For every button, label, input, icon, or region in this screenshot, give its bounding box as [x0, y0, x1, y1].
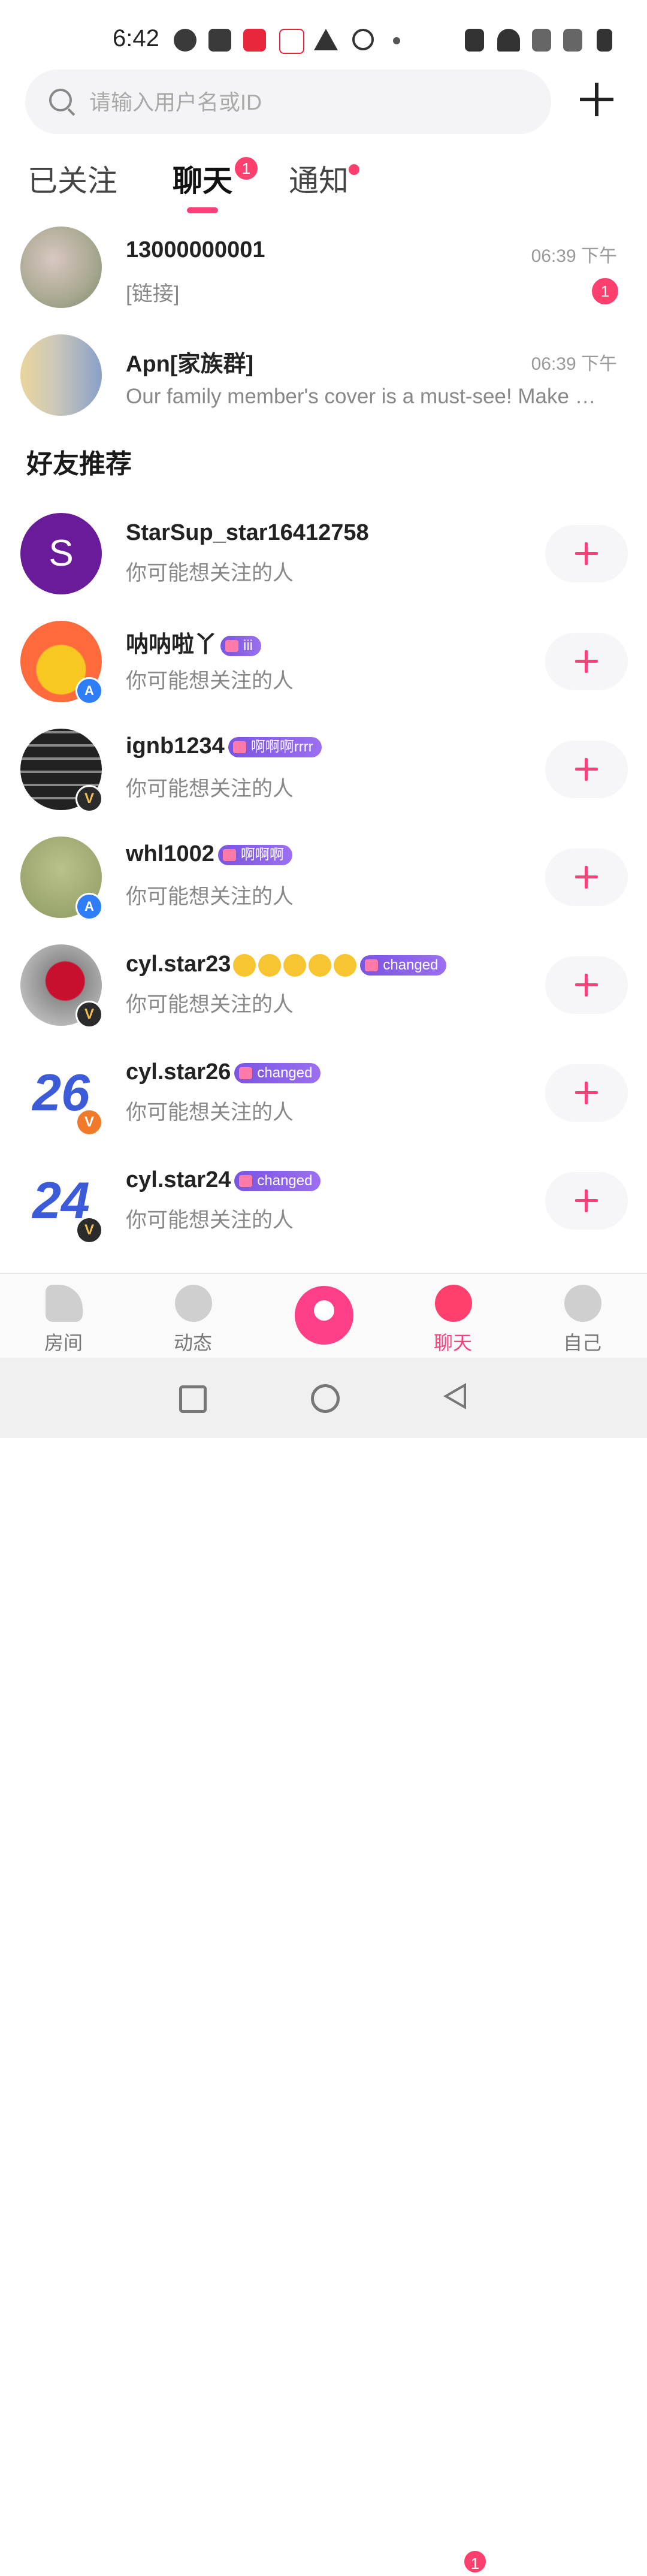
family-tag: changed — [360, 955, 447, 976]
user-name: ignb1234 啊啊啊rrrr — [126, 733, 322, 759]
family-tag: iii — [220, 635, 262, 656]
user-name: cyl.star24 changed — [126, 1167, 321, 1193]
family-tag: changed — [234, 1062, 321, 1083]
follow-button[interactable] — [545, 848, 628, 906]
search-icon — [49, 89, 72, 111]
search-input[interactable] — [88, 70, 534, 135]
nav-me[interactable]: 自己 — [540, 1274, 624, 1359]
family-icon — [239, 1067, 253, 1079]
section-title-recommend: 好友推荐 — [26, 449, 132, 479]
vip-badge-icon: V — [75, 785, 103, 813]
planet-icon — [175, 1285, 212, 1322]
chat-name: 13000000001 — [126, 237, 265, 262]
money-mouth-icon — [258, 953, 282, 977]
user-name: whl1002 啊啊啊 — [126, 841, 292, 867]
vip-badge-icon: V — [75, 1109, 103, 1136]
tab-chat[interactable]: 聊天 — [173, 157, 232, 200]
tab-notify[interactable]: 通知 — [289, 157, 349, 200]
follow-button[interactable] — [545, 633, 628, 690]
user-subtitle: 你可能想关注的人 — [126, 993, 294, 1016]
avatar: S — [20, 513, 102, 594]
vip-badge-icon: V — [75, 1216, 103, 1244]
profile-face-icon — [564, 1285, 601, 1322]
family-icon — [222, 848, 236, 861]
star-app-icon — [208, 29, 231, 52]
system-nav-bar — [0, 1358, 647, 1438]
money-mouth-icon — [309, 953, 332, 977]
tab-notify-dot — [349, 164, 359, 175]
follow-button[interactable] — [545, 525, 628, 582]
nav-label: 动态 — [173, 1332, 212, 1354]
xiaohongshu-icon — [243, 29, 266, 52]
warning-icon — [314, 29, 338, 50]
chat-name: Apn[家族群] — [126, 352, 254, 377]
signal-off-icon — [563, 29, 582, 52]
status-bar: 6:42 — [0, 0, 647, 72]
vibrate-icon — [465, 29, 484, 52]
app-badge-icon: A — [75, 893, 103, 920]
vip-badge-icon: V — [75, 1001, 103, 1028]
follow-button[interactable] — [545, 1064, 628, 1122]
follow-button[interactable] — [545, 1172, 628, 1230]
user-subtitle: 你可能想关注的人 — [126, 1101, 294, 1124]
app-badge-icon: A — [75, 677, 103, 705]
recents-button[interactable] — [179, 1385, 207, 1413]
user-name: 呐呐啦丫 iii — [126, 626, 262, 659]
chat-preview: [链接] — [126, 282, 180, 306]
money-mouth-icon — [334, 953, 357, 977]
status-time: 6:42 — [113, 25, 159, 52]
family-tag: 啊啊啊rrrr — [228, 736, 322, 757]
chat-time: 06:39 下午 — [531, 246, 617, 266]
user-subtitle: 你可能想关注的人 — [126, 885, 294, 908]
battery-icon — [597, 29, 612, 52]
neutral-face-icon — [233, 953, 256, 977]
nav-label: 自己 — [563, 1332, 601, 1354]
avatar — [20, 227, 102, 308]
tab-following[interactable]: 已关注 — [28, 157, 117, 200]
chat-preview: Our family member's cover is a must-see!… — [126, 385, 596, 408]
nav-room[interactable]: 房间 — [22, 1274, 105, 1359]
family-icon — [232, 741, 246, 753]
nav-chat-badge: 1 — [462, 2549, 488, 2574]
room-icon — [46, 1285, 83, 1322]
user-name: cyl.star23 changed — [126, 952, 447, 977]
avatar — [20, 334, 102, 416]
unread-badge: 1 — [592, 278, 618, 304]
search-bar[interactable] — [25, 70, 551, 135]
user-name: cyl.star26 changed — [126, 1059, 321, 1085]
nav-chat[interactable]: 聊天 — [411, 1274, 495, 1359]
tab-chat-badge: 1 — [235, 157, 258, 180]
follow-button[interactable] — [545, 956, 628, 1014]
video-app-icon — [279, 29, 304, 54]
user-subtitle: 你可能想关注的人 — [126, 777, 294, 801]
family-icon — [225, 639, 239, 652]
wifi-icon — [497, 29, 520, 52]
more-dot-icon — [393, 37, 400, 44]
follow-button[interactable] — [545, 741, 628, 798]
back-button[interactable] — [443, 1383, 466, 1409]
live-mic-button[interactable] — [295, 1286, 353, 1345]
nav-label: 房间 — [44, 1332, 83, 1354]
home-button[interactable] — [311, 1384, 340, 1413]
signal-off-icon — [532, 29, 551, 52]
nav-label: 聊天 — [433, 1332, 472, 1354]
family-tag: 啊啊啊 — [217, 844, 292, 865]
user-subtitle: 你可能想关注的人 — [126, 669, 294, 693]
app-notification-icon — [174, 29, 196, 52]
user-subtitle: 你可能想关注的人 — [126, 1209, 294, 1232]
alarm-icon — [352, 29, 374, 50]
family-icon — [365, 959, 379, 971]
tab-indicator — [187, 207, 218, 213]
family-tag: changed — [234, 1170, 321, 1191]
family-icon — [239, 1174, 253, 1187]
nav-feed[interactable]: 动态 — [151, 1274, 235, 1359]
user-subtitle: 你可能想关注的人 — [126, 561, 294, 585]
chat-time: 06:39 下午 — [531, 354, 617, 374]
chat-bubble-icon — [435, 1285, 472, 1322]
money-mouth-icon — [283, 953, 307, 977]
add-friend-button[interactable] — [575, 78, 618, 121]
user-name: StarSup_star16412758 — [126, 520, 369, 545]
